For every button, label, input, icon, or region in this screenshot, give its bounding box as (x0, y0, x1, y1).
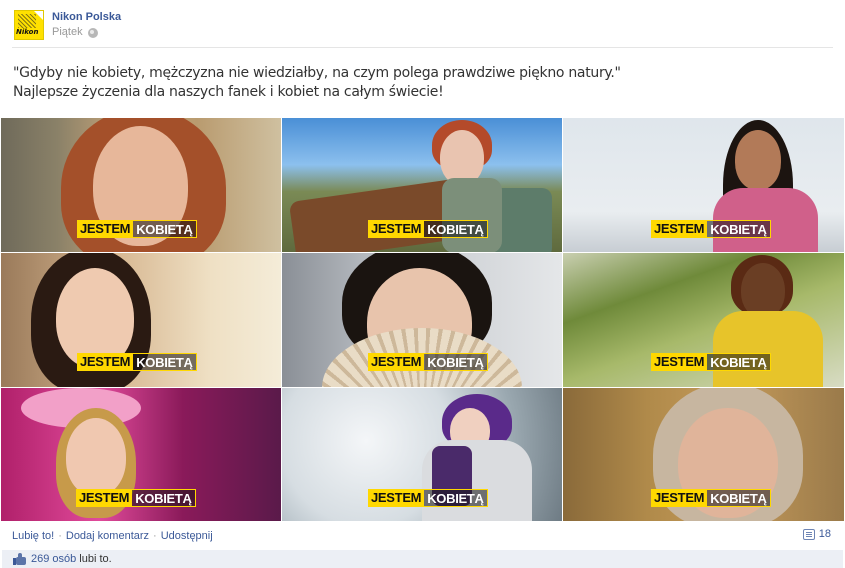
badge-jestem: JESTEM (368, 353, 425, 371)
badge-jestem: JESTEM (368, 489, 425, 507)
page-avatar[interactable]: Nikon (14, 10, 44, 40)
badge-kobieta: KOBIETĄ (707, 489, 771, 507)
badge-kobieta: KOBIETĄ (133, 353, 197, 371)
badge-kobieta: KOBIETĄ (707, 220, 771, 238)
comment-count: 18 (818, 528, 831, 540)
comment-count-link[interactable]: 18 (802, 528, 831, 540)
logo-text: Nikon (16, 28, 39, 36)
logo-corner (34, 11, 43, 20)
photo-tile-3[interactable]: JESTEM KOBIETĄ (563, 118, 844, 252)
photo-tile-2[interactable]: JESTEM KOBIETĄ (282, 118, 562, 252)
post-date-row: Piątek (52, 25, 121, 40)
badge-jestem: JESTEM (651, 353, 708, 371)
badge-kobieta: KOBIETĄ (132, 489, 196, 507)
post-date[interactable]: Piątek (52, 25, 83, 40)
like-link[interactable]: Lubię to! (12, 530, 54, 542)
globe-icon (87, 27, 98, 38)
header-divider (12, 47, 833, 48)
photo-tile-6[interactable]: JESTEM KOBIETĄ (563, 253, 844, 387)
badge-kobieta: KOBIETĄ (424, 489, 488, 507)
badge-jestem: JESTEM (76, 489, 133, 507)
likes-suffix: lubi to. (79, 553, 112, 565)
post-actions: Lubię to! · Dodaj komentarz · Udostępnij (0, 525, 845, 547)
badge: JESTEM KOBIETĄ (651, 220, 771, 238)
badge: JESTEM KOBIETĄ (651, 489, 771, 507)
badge: JESTEM KOBIETĄ (77, 353, 197, 371)
badge: JESTEM KOBIETĄ (77, 220, 197, 238)
separator: · (58, 530, 62, 542)
thumbs-up-icon (13, 553, 26, 565)
badge-kobieta: KOBIETĄ (707, 353, 771, 371)
badge-jestem: JESTEM (651, 220, 708, 238)
post-meta: Nikon Polska Piątek (52, 10, 121, 44)
badge-jestem: JESTEM (77, 353, 134, 371)
badge: JESTEM KOBIETĄ (651, 353, 771, 371)
badge-kobieta: KOBIETĄ (133, 220, 197, 238)
badge-kobieta: KOBIETĄ (424, 353, 488, 371)
badge-jestem: JESTEM (651, 489, 708, 507)
post-header: Nikon Nikon Polska Piątek (14, 10, 121, 44)
photo-tile-1[interactable]: JESTEM KOBIETĄ (1, 118, 281, 252)
photo-grid: JESTEM KOBIETĄ JESTEM KOBIETĄ JESTEM KOB… (1, 118, 844, 521)
comment-link[interactable]: Dodaj komentarz (66, 530, 149, 542)
badge: JESTEM KOBIETĄ (368, 353, 488, 371)
page-name-link[interactable]: Nikon Polska (52, 10, 121, 25)
badge-jestem: JESTEM (368, 220, 425, 238)
photo-tile-8[interactable]: JESTEM KOBIETĄ (282, 388, 562, 521)
likes-bar: 269 osób lubi to. (2, 550, 843, 568)
badge-jestem: JESTEM (77, 220, 134, 238)
badge-kobieta: KOBIETĄ (424, 220, 488, 238)
photo-tile-9[interactable]: JESTEM KOBIETĄ (563, 388, 844, 521)
badge: JESTEM KOBIETĄ (368, 220, 488, 238)
likes-count-link[interactable]: 269 osób (31, 553, 76, 565)
post-text-line-2: Najlepsze życzenia dla naszych fanek i k… (13, 84, 444, 100)
photo-tile-7[interactable]: JESTEM KOBIETĄ (1, 388, 281, 521)
post-text: "Gdyby nie kobiety, mężczyzna nie wiedzi… (13, 64, 621, 102)
badge: JESTEM KOBIETĄ (76, 489, 196, 507)
photo-tile-5[interactable]: JESTEM KOBIETĄ (282, 253, 562, 387)
share-link[interactable]: Udostępnij (161, 530, 213, 542)
separator: · (153, 530, 157, 542)
photo-tile-4[interactable]: JESTEM KOBIETĄ (1, 253, 281, 387)
badge: JESTEM KOBIETĄ (368, 489, 488, 507)
post-text-line-1: "Gdyby nie kobiety, mężczyzna nie wiedzi… (13, 65, 621, 81)
comment-icon (802, 528, 815, 540)
